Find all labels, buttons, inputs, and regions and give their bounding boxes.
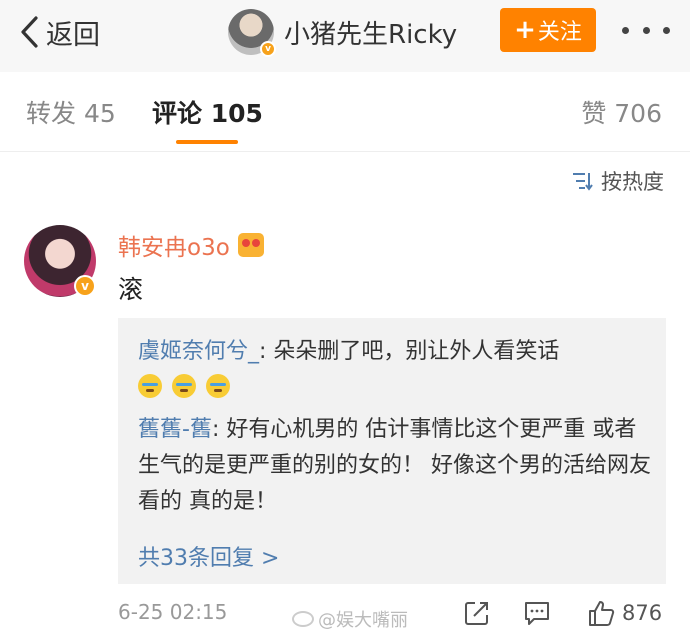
tab-repost[interactable]: 转发 45 bbox=[26, 94, 116, 130]
post-tabs: 转发 45 评论 105 赞 706 bbox=[0, 72, 690, 152]
crying-emoji-icon bbox=[206, 374, 230, 398]
more-dot-icon bbox=[663, 26, 670, 34]
more-options-button[interactable] bbox=[622, 12, 670, 48]
weibo-logo-icon bbox=[292, 611, 314, 627]
view-all-replies-link[interactable]: 共33条回复 > bbox=[138, 540, 279, 572]
reply-text: 朵朵删了吧，别让外人看笑话 bbox=[273, 339, 560, 364]
reply-separator: : bbox=[259, 339, 274, 364]
crying-emoji-icon bbox=[138, 374, 162, 398]
back-label: 返回 bbox=[46, 19, 100, 51]
share-icon bbox=[465, 602, 488, 625]
comment-time: 6-25 02:15 bbox=[118, 600, 228, 624]
verified-badge-icon: v bbox=[74, 275, 96, 297]
tab-likes[interactable]: 赞 706 bbox=[581, 94, 662, 130]
sort-by-heat-button[interactable]: 按热度 bbox=[571, 166, 664, 196]
author-avatar[interactable]: v bbox=[228, 9, 276, 57]
like-count: 876 bbox=[622, 601, 663, 625]
reply-author[interactable]: 虞姬奈何兮_ bbox=[138, 339, 259, 364]
reply-author[interactable]: 舊舊-舊 bbox=[138, 417, 212, 442]
member-badge-icon bbox=[237, 233, 264, 257]
comment-text: 滚 bbox=[118, 275, 144, 304]
more-dot-icon bbox=[622, 26, 629, 34]
reply-separator: : bbox=[211, 417, 227, 442]
follow-label: 关注 bbox=[537, 20, 582, 45]
tab-comments[interactable]: 评论 105 bbox=[152, 94, 263, 130]
replies-box[interactable]: 虞姬奈何兮_: 朵朵删了吧，别让外人看笑话 舊舊-舊: 好有心机男的 估计事情比… bbox=[118, 318, 666, 584]
reply-item: 虞姬奈何兮_: 朵朵删了吧，别让外人看笑话 bbox=[138, 334, 652, 370]
plus-icon: + bbox=[514, 15, 536, 45]
post-author[interactable]: v 小猪先生Ricky bbox=[228, 9, 457, 57]
commenter-name[interactable]: 韩安冉o3o bbox=[118, 228, 230, 262]
back-button[interactable]: 返回 bbox=[18, 12, 100, 52]
reply-item: 舊舊-舊: 好有心机男的 估计事情比这个更严重 或者生气的是更严重的别的女的！ … bbox=[138, 412, 652, 520]
author-name[interactable]: 小猪先生Ricky bbox=[284, 14, 457, 51]
follow-button[interactable]: + 关注 bbox=[500, 8, 596, 52]
reply-emojis bbox=[138, 374, 240, 398]
watermark: @娱大嘴丽 bbox=[292, 606, 408, 632]
thumbs-up-icon bbox=[589, 601, 615, 626]
active-tab-indicator bbox=[176, 140, 238, 144]
chevron-left-icon bbox=[21, 16, 38, 48]
commenter: 韩安冉o3o bbox=[118, 228, 264, 262]
sort-icon bbox=[573, 173, 593, 191]
reply-button[interactable] bbox=[522, 598, 552, 632]
more-dot-icon bbox=[642, 26, 650, 34]
crying-emoji-icon bbox=[172, 374, 196, 398]
like-button[interactable]: 876 bbox=[586, 598, 662, 628]
sort-label: 按热度 bbox=[601, 170, 664, 194]
watermark-text: @娱大嘴丽 bbox=[318, 610, 408, 631]
commenter-avatar[interactable]: v bbox=[24, 225, 96, 297]
share-button[interactable] bbox=[462, 598, 492, 632]
comment-icon bbox=[525, 602, 549, 625]
verified-badge-icon: v bbox=[260, 41, 276, 57]
top-nav-bar: 返回 v 小猪先生Ricky + 关注 bbox=[0, 0, 690, 72]
